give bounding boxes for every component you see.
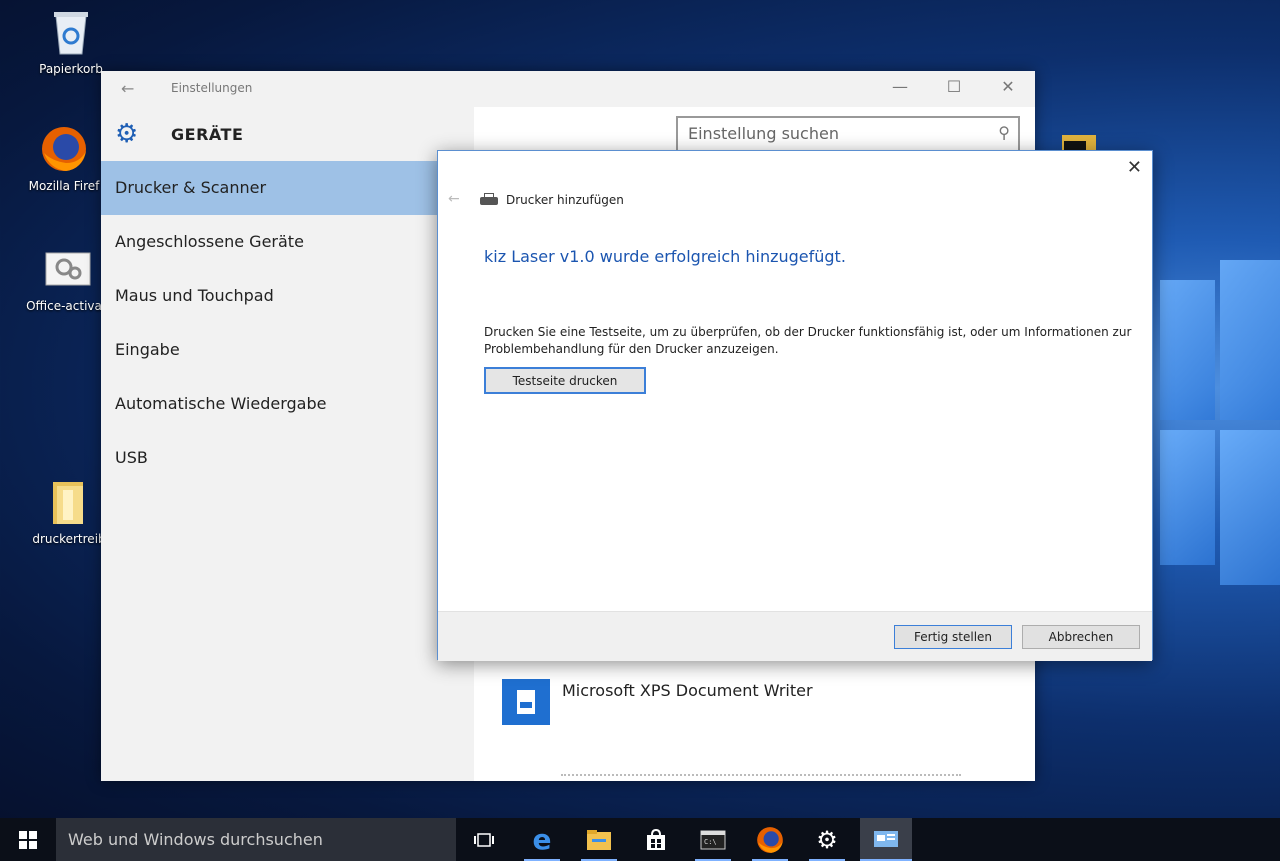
taskbar-search-input[interactable]: Web und Windows durchsuchen	[56, 818, 456, 861]
command-prompt-icon[interactable]: C:\	[689, 818, 737, 861]
section-header: ⚙ GERÄTE	[115, 119, 243, 149]
close-icon[interactable]: ✕	[998, 77, 1018, 96]
sidebar-item-connected-devices[interactable]: Angeschlossene Geräte	[101, 215, 474, 269]
search-placeholder: Einstellung suchen	[688, 124, 839, 143]
task-view-icon[interactable]	[460, 818, 508, 861]
recycle-bin-icon	[47, 8, 95, 56]
maximize-icon[interactable]: ☐	[944, 77, 964, 96]
edge-browser-icon[interactable]: e	[518, 818, 566, 861]
window-title: Einstellungen	[171, 81, 253, 95]
settings-search-input[interactable]: Einstellung suchen ⚲	[676, 116, 1020, 152]
firefox-taskbar-icon[interactable]	[746, 818, 794, 861]
printer-name: Microsoft XPS Document Writer	[562, 681, 813, 700]
devices-printers-taskbar-icon[interactable]	[860, 818, 912, 861]
gear-icon: ⚙	[115, 119, 139, 149]
back-arrow-icon[interactable]: ←	[121, 79, 134, 98]
back-arrow-icon[interactable]: ←	[448, 191, 460, 207]
section-title: GERÄTE	[171, 124, 244, 144]
add-printer-dialog: ✕ ← Drucker hinzufügen kiz Laser v1.0 wu…	[437, 150, 1153, 661]
firefox-icon	[40, 125, 88, 173]
store-icon[interactable]	[632, 818, 680, 861]
minimize-icon[interactable]: —	[890, 77, 910, 96]
settings-sidebar: ⚙ GERÄTE Drucker & Scanner Angeschlossen…	[101, 107, 474, 781]
printer-icon	[480, 193, 498, 207]
dialog-title: Drucker hinzufügen	[480, 193, 624, 207]
description-text: Drucken Sie eine Testseite, um zu überpr…	[484, 325, 1132, 356]
windows-logo-icon	[19, 830, 37, 849]
sidebar-item-usb[interactable]: USB	[101, 431, 474, 485]
sidebar-item-autoplay[interactable]: Automatische Wiedergabe	[101, 377, 474, 431]
sidebar-item-mouse-touchpad[interactable]: Maus und Touchpad	[101, 269, 474, 323]
desktop-icon-label: Mozilla Firef	[28, 179, 100, 193]
settings-gears-icon	[44, 245, 92, 293]
printer-list-item[interactable]: Microsoft XPS Document Writer	[502, 679, 813, 725]
divider	[561, 774, 961, 778]
desktop-icon-firefox[interactable]: Mozilla Firef	[14, 125, 114, 193]
svg-text:C:\: C:\	[704, 838, 717, 846]
sidebar-item-printers-scanners[interactable]: Drucker & Scanner	[101, 161, 474, 215]
dialog-footer: Fertig stellen Abbrechen	[438, 611, 1152, 661]
close-icon[interactable]: ✕	[1127, 157, 1142, 178]
desktop-icon-recycle-bin[interactable]: Papierkorb	[21, 8, 121, 76]
taskbar-search-placeholder: Web und Windows durchsuchen	[68, 830, 323, 849]
start-button[interactable]	[0, 818, 56, 861]
sidebar-item-typing[interactable]: Eingabe	[101, 323, 474, 377]
print-test-page-button[interactable]: Testseite drucken	[484, 367, 646, 394]
taskbar: Web und Windows durchsuchen e C:\ ⚙	[0, 818, 1280, 861]
finish-button[interactable]: Fertig stellen	[894, 625, 1012, 649]
cancel-button[interactable]: Abbrechen	[1022, 625, 1140, 649]
windows-logo-wallpaper	[1150, 250, 1280, 590]
search-icon[interactable]: ⚲	[998, 123, 1010, 142]
printer-document-icon	[502, 679, 550, 725]
dialog-title-text: Drucker hinzufügen	[506, 193, 624, 207]
file-explorer-icon[interactable]	[575, 818, 623, 861]
folder-icon	[45, 478, 93, 526]
settings-gear-taskbar-icon[interactable]: ⚙	[803, 818, 851, 861]
settings-titlebar: ← Einstellungen — ☐ ✕	[101, 71, 1035, 107]
success-message: kiz Laser v1.0 wurde erfolgreich hinzuge…	[484, 247, 846, 266]
